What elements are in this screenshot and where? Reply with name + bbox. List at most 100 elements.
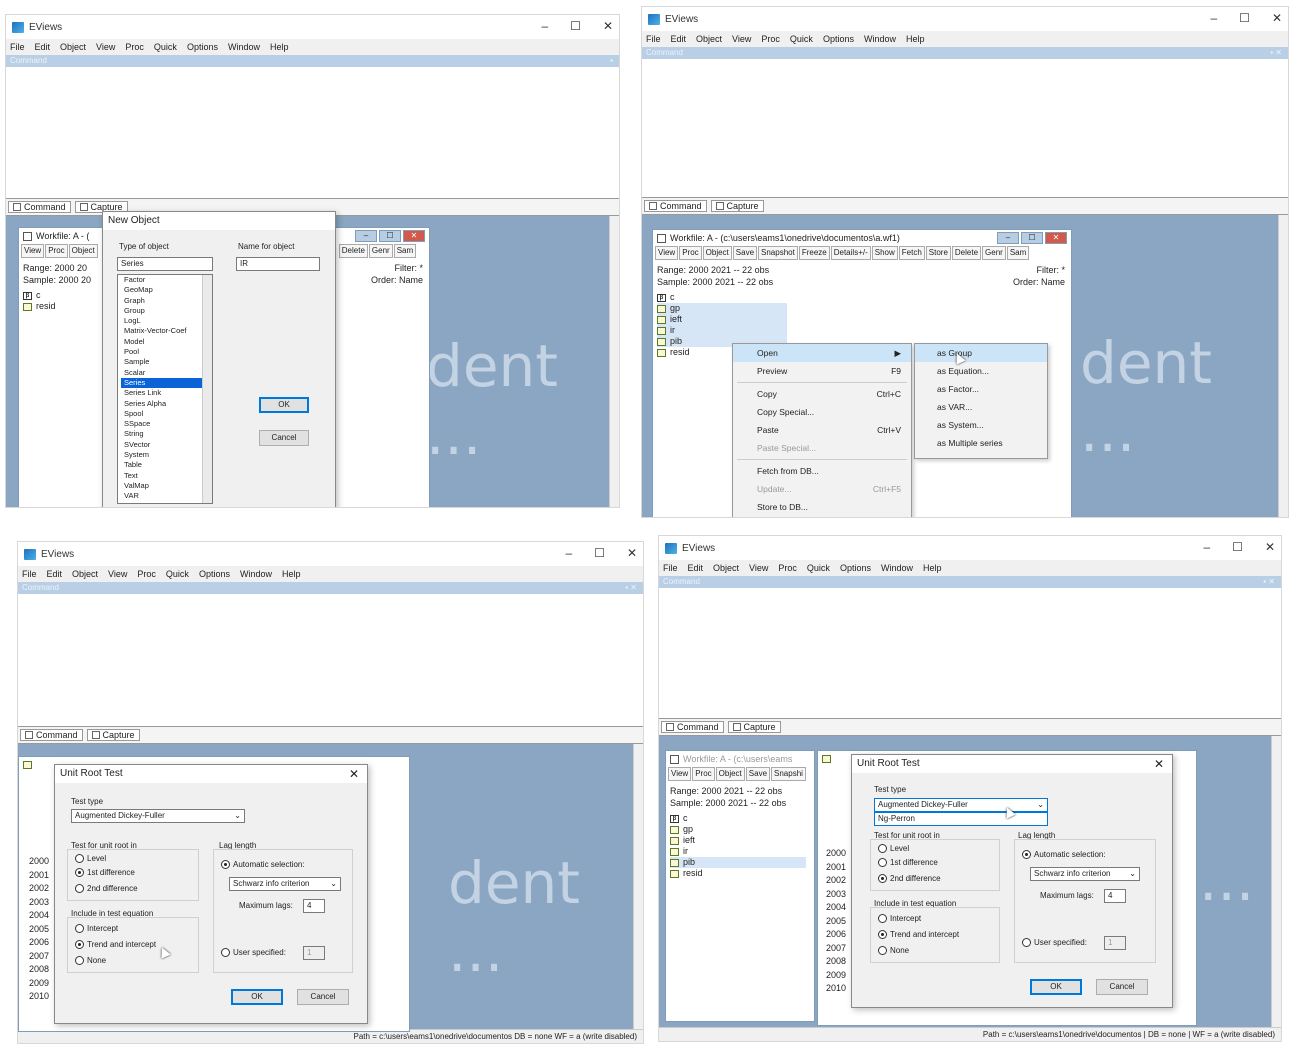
tab-capture[interactable]: Capture xyxy=(86,729,140,741)
minimize-button[interactable]: – xyxy=(541,19,548,33)
wf-minimize-button[interactable]: – xyxy=(355,230,377,242)
test-type-dropdown-option[interactable]: Ng-Perron xyxy=(874,812,1048,826)
dialog-close-icon[interactable]: ✕ xyxy=(1154,755,1164,773)
wf-btn[interactable]: View xyxy=(668,767,692,781)
close-button[interactable]: ✕ xyxy=(627,546,637,560)
tab-capture[interactable]: Capture xyxy=(710,200,764,212)
menu-quick[interactable]: Quick xyxy=(807,563,830,573)
menu-window[interactable]: Window xyxy=(864,34,896,44)
menu-item-store[interactable]: Store to DB... xyxy=(733,498,911,516)
menu-file[interactable]: File xyxy=(663,563,678,573)
menu-item-paste[interactable]: Paste Ctrl+V xyxy=(733,421,911,439)
dialog-close-icon[interactable]: ✕ xyxy=(349,765,359,783)
pin-icon[interactable]: ▪ ✕ xyxy=(1263,576,1275,588)
wf-btn[interactable]: Details+/- xyxy=(830,246,871,260)
tab-command[interactable]: Command xyxy=(8,201,71,213)
workspace-scrollbar[interactable] xyxy=(633,744,643,1029)
menu-proc[interactable]: Proc xyxy=(778,563,797,573)
wf-btn[interactable]: Store xyxy=(925,246,951,260)
wf-btn-object[interactable]: Object xyxy=(68,244,98,258)
tab-capture[interactable]: Capture xyxy=(727,721,781,733)
type-list-item[interactable]: ValMap xyxy=(121,481,212,491)
menu-edit[interactable]: Edit xyxy=(671,34,687,44)
cancel-button[interactable]: Cancel xyxy=(259,430,309,446)
radio-2nd-difference[interactable]: 2nd difference xyxy=(75,884,138,893)
submenu-as-equation[interactable]: as Equation... xyxy=(915,362,1047,380)
max-lags-input[interactable]: 4 xyxy=(1104,889,1126,903)
submenu-as-group[interactable]: as Group xyxy=(915,344,1047,362)
menu-edit[interactable]: Edit xyxy=(47,569,63,579)
list-item[interactable]: resid xyxy=(670,868,814,879)
radio-user-specified[interactable]: User specified: xyxy=(221,948,286,957)
wf-btn[interactable]: Genr xyxy=(982,246,1006,260)
menu-help[interactable]: Help xyxy=(923,563,942,573)
menu-object[interactable]: Object xyxy=(696,34,722,44)
type-list-item[interactable]: Sample xyxy=(121,357,212,367)
list-item[interactable]: pib xyxy=(670,857,806,868)
radio-user-specified[interactable]: User specified: xyxy=(1022,938,1087,947)
maximize-button[interactable]: ☐ xyxy=(570,19,581,33)
max-lags-input[interactable]: 4 xyxy=(303,899,325,913)
wf-btn-proc[interactable]: Proc xyxy=(45,244,68,258)
menu-edit[interactable]: Edit xyxy=(688,563,704,573)
maximize-button[interactable]: ☐ xyxy=(1239,11,1250,25)
menu-edit[interactable]: Edit xyxy=(35,42,51,52)
type-list-item[interactable]: Group xyxy=(121,306,212,316)
type-list-item[interactable]: System xyxy=(121,450,212,460)
submenu-as-factor[interactable]: as Factor... xyxy=(915,380,1047,398)
list-item[interactable]: ieft xyxy=(657,314,787,325)
minimize-button[interactable]: – xyxy=(1203,540,1210,554)
radio-intercept[interactable]: Intercept xyxy=(878,914,921,923)
radio-intercept[interactable]: Intercept xyxy=(75,924,118,933)
menu-item-copy-special[interactable]: Copy Special... xyxy=(733,403,911,421)
cancel-button[interactable]: Cancel xyxy=(297,989,349,1005)
object-type-list[interactable]: Factor GeoMap Graph Group LogL Matrix-Vector-… xyxy=(117,274,213,504)
radio-level[interactable]: Level xyxy=(75,854,106,863)
menu-window[interactable]: Window xyxy=(228,42,260,52)
menu-file[interactable]: File xyxy=(22,569,37,579)
wf-btn[interactable]: Object xyxy=(702,246,732,260)
menu-window[interactable]: Window xyxy=(881,563,913,573)
type-list-item[interactable]: Model xyxy=(121,337,212,347)
name-input[interactable]: IR xyxy=(236,257,320,271)
menu-object[interactable]: Object xyxy=(60,42,86,52)
menu-quick[interactable]: Quick xyxy=(154,42,177,52)
user-lags-input[interactable]: 1 xyxy=(1104,936,1126,950)
wf-btn-sample[interactable]: Sam xyxy=(393,244,417,258)
command-area[interactable] xyxy=(6,67,619,205)
wf-btn[interactable]: Freeze xyxy=(798,246,830,260)
radio-trend-intercept[interactable]: Trend and intercept xyxy=(75,940,156,949)
radio-none[interactable]: None xyxy=(878,946,909,955)
wf-btn-delete[interactable]: Delete xyxy=(338,244,368,258)
submenu-as-var[interactable]: as VAR... xyxy=(915,398,1047,416)
command-area[interactable] xyxy=(642,59,1288,195)
workspace-scrollbar[interactable] xyxy=(609,216,619,507)
maximize-button[interactable]: ☐ xyxy=(1232,540,1243,554)
menu-item-copy[interactable]: Copy Ctrl+C xyxy=(733,385,911,403)
user-lags-input[interactable]: 1 xyxy=(303,946,325,960)
menu-quick[interactable]: Quick xyxy=(166,569,189,579)
type-list-item[interactable]: Scalar xyxy=(121,368,212,378)
menu-window[interactable]: Window xyxy=(240,569,272,579)
criterion-select[interactable]: Schwarz info criterion ⌄ xyxy=(229,877,341,891)
menu-proc[interactable]: Proc xyxy=(125,42,144,52)
wf-btn-view[interactable]: View xyxy=(21,244,45,258)
menu-help[interactable]: Help xyxy=(282,569,301,579)
type-list-item[interactable]: Pool xyxy=(121,347,212,357)
type-list-item[interactable]: GeoMap xyxy=(121,285,212,295)
close-button[interactable]: ✕ xyxy=(603,19,613,33)
maximize-button[interactable]: ☐ xyxy=(594,546,605,560)
menu-file[interactable]: File xyxy=(10,42,25,52)
minimize-button[interactable]: – xyxy=(565,546,572,560)
type-list-item[interactable]: Series Alpha xyxy=(121,399,212,409)
type-list-item[interactable]: SSpace xyxy=(121,419,212,429)
wf-btn[interactable]: Sam xyxy=(1006,246,1030,260)
list-item[interactable]: gp xyxy=(657,303,787,314)
menu-proc[interactable]: Proc xyxy=(137,569,156,579)
list-item[interactable]: ir xyxy=(670,846,814,857)
close-button[interactable]: ✕ xyxy=(1265,540,1275,554)
test-type-select[interactable]: Augmented Dickey-Fuller ⌄ xyxy=(71,809,245,823)
list-item[interactable]: ieft xyxy=(670,835,814,846)
ok-button[interactable]: OK xyxy=(1030,979,1082,995)
wf-btn[interactable]: Save xyxy=(745,767,771,781)
